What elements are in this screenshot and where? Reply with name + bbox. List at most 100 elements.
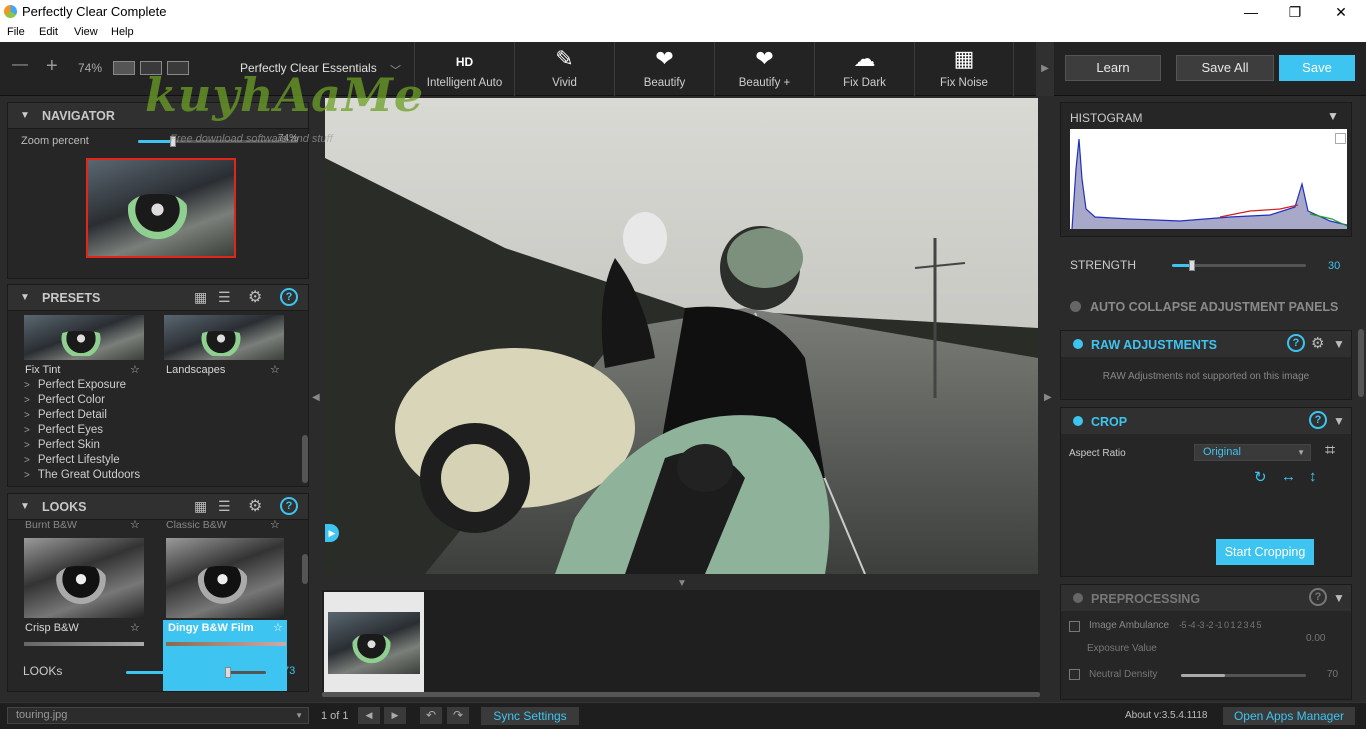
tool-beautify[interactable]: ❤ Beautify <box>614 42 714 96</box>
previous-image-icon[interactable]: ◀ <box>358 707 380 724</box>
open-apps-manager-button[interactable]: Open Apps Manager <box>1223 707 1355 725</box>
image-ambulance-checkbox[interactable] <box>1069 621 1080 632</box>
gear-icon[interactable]: ⚙ <box>1311 334 1324 352</box>
preset-category[interactable]: > Perfect Skin <box>24 439 100 451</box>
single-view-button[interactable] <box>113 61 135 75</box>
right-panel-scrollbar[interactable] <box>1358 329 1364 397</box>
histogram-graph <box>1070 129 1348 230</box>
toolbar-scroll-right-icon[interactable]: ▶ <box>1036 42 1054 96</box>
close-button[interactable]: ✕ <box>1318 2 1364 22</box>
menu-view[interactable]: View <box>74 26 98 38</box>
auto-collapse-toggle[interactable] <box>1070 301 1081 312</box>
main-image-viewer[interactable]: ▶ <box>325 98 1038 574</box>
start-cropping-button[interactable]: Start Cropping <box>1216 539 1314 565</box>
star-icon[interactable]: ☆ <box>130 621 140 634</box>
help-icon[interactable]: ? <box>1309 588 1327 606</box>
split-view-button[interactable] <box>140 61 162 75</box>
tool-fix-dark[interactable]: ☁ Fix Dark <box>814 42 914 96</box>
collapse-right-panel-icon[interactable]: ▶ <box>1044 392 1052 403</box>
preset-category[interactable]: > Perfect Lifestyle <box>24 454 120 466</box>
preset-category[interactable]: > Perfect Exposure <box>24 379 126 391</box>
flip-vertical-icon[interactable]: ↕ <box>1309 468 1317 485</box>
menu-file[interactable]: File <box>7 26 25 38</box>
help-icon[interactable]: ? <box>280 497 298 515</box>
panel-enabled-toggle[interactable] <box>1073 416 1083 426</box>
tool-vivid[interactable]: ✎ Vivid <box>514 42 614 96</box>
list-view-icon[interactable]: ☰ <box>218 498 231 515</box>
look-thumb-dingy-bw-film[interactable] <box>166 538 284 618</box>
help-icon[interactable]: ? <box>1309 411 1327 429</box>
panel-enabled-toggle[interactable] <box>1073 339 1083 349</box>
undo-icon[interactable]: ↶ <box>420 707 442 724</box>
star-icon[interactable]: ☆ <box>270 363 280 376</box>
gear-icon[interactable]: ⚙ <box>248 287 262 307</box>
star-icon[interactable]: ☆ <box>270 518 280 531</box>
chevron-down-icon[interactable]: ﹀ <box>390 62 401 78</box>
save-button[interactable]: Save <box>1279 55 1355 81</box>
save-all-button[interactable]: Save All <box>1176 55 1274 81</box>
collapse-filmstrip-icon[interactable]: ▼ <box>677 578 687 589</box>
raw-header[interactable]: RAW ADJUSTMENTS ? ⚙ ▼ <box>1061 331 1351 357</box>
looks-slider-knob[interactable] <box>225 667 232 678</box>
zoom-out-button[interactable]: — <box>12 56 28 74</box>
star-icon[interactable]: ☆ <box>130 518 140 531</box>
list-view-icon[interactable]: ☰ <box>218 289 231 306</box>
preset-selector[interactable]: Perfectly Clear Essentials <box>240 61 377 75</box>
crop-icon[interactable]: ⌗ <box>1325 440 1335 461</box>
strength-slider[interactable] <box>1172 260 1306 271</box>
preset-category[interactable]: > Perfect Detail <box>24 409 107 421</box>
neutral-density-checkbox[interactable] <box>1069 669 1080 680</box>
neutral-density-slider[interactable] <box>1181 674 1306 677</box>
preset-category[interactable]: > Perfect Eyes <box>24 424 103 436</box>
navigator-thumbnail[interactable] <box>86 158 236 258</box>
gear-icon[interactable]: ⚙ <box>248 496 262 516</box>
collapse-left-panel-icon[interactable]: ◀ <box>312 392 320 403</box>
file-selector[interactable]: touring.jpg ▼ <box>7 707 309 724</box>
aspect-ratio-dropdown[interactable]: Original ▼ <box>1194 444 1311 461</box>
looks-slider[interactable] <box>126 667 266 678</box>
redo-icon[interactable]: ↷ <box>447 707 469 724</box>
grid-view-icon[interactable]: ▦ <box>194 289 207 306</box>
preprocessing-header[interactable]: PREPROCESSING ? ▼ <box>1061 585 1351 611</box>
flip-horizontal-icon[interactable]: ↔ <box>1281 468 1296 485</box>
crop-header[interactable]: CROP ? ▼ <box>1061 408 1351 434</box>
rotate-icon[interactable]: ↻ <box>1254 468 1267 486</box>
version-info[interactable]: About v:3.5.4.1118 <box>1125 710 1207 721</box>
looks-scrollbar[interactable] <box>302 554 308 584</box>
tool-fix-noise[interactable]: ▦ Fix Noise <box>914 42 1014 96</box>
filmstrip-scrollbar[interactable] <box>322 692 1040 697</box>
collapse-arrow-icon[interactable]: ▼ <box>1333 337 1345 351</box>
navigator-header[interactable]: ▼ NAVIGATOR <box>8 103 308 129</box>
help-icon[interactable]: ? <box>1287 334 1305 352</box>
tool-intelligent-auto[interactable]: HD Intelligent Auto <box>414 42 514 96</box>
menu-help[interactable]: Help <box>111 26 134 38</box>
preset-category[interactable]: > The Great Outdoors <box>24 469 140 481</box>
panel-enabled-toggle[interactable] <box>1073 593 1083 603</box>
collapse-arrow-icon[interactable]: ▼ <box>1327 109 1339 123</box>
filmstrip-item[interactable] <box>324 592 424 692</box>
presets-header[interactable]: ▼ PRESETS ▦ ☰ ⚙ ? <box>8 285 308 311</box>
tool-beautify-plus[interactable]: ❤ Beautify + <box>714 42 814 96</box>
collapse-arrow-icon[interactable]: ▼ <box>1333 591 1345 605</box>
star-icon[interactable]: ☆ <box>273 621 283 634</box>
maximize-button[interactable]: ❐ <box>1272 2 1318 22</box>
zoom-in-button[interactable]: + <box>46 55 58 78</box>
minimize-button[interactable]: — <box>1228 2 1274 22</box>
menu-edit[interactable]: Edit <box>39 26 58 38</box>
histogram-option-checkbox[interactable] <box>1335 133 1346 144</box>
sync-settings-button[interactable]: Sync Settings <box>481 707 579 725</box>
learn-button[interactable]: Learn <box>1065 55 1161 81</box>
grid-view-icon[interactable]: ▦ <box>194 498 207 515</box>
side-by-side-view-button[interactable] <box>167 61 189 75</box>
preset-thumb-fix-tint[interactable] <box>24 315 144 360</box>
presets-scrollbar[interactable] <box>302 435 308 483</box>
preset-category[interactable]: > Perfect Color <box>24 394 105 406</box>
collapse-arrow-icon[interactable]: ▼ <box>1333 414 1345 428</box>
next-image-icon[interactable]: ▶ <box>384 707 406 724</box>
look-thumb-crisp-bw[interactable] <box>24 538 144 618</box>
help-icon[interactable]: ? <box>280 288 298 306</box>
preset-thumb-landscapes[interactable] <box>164 315 284 360</box>
looks-header[interactable]: ▼ LOOKS ▦ ☰ ⚙ ? <box>8 494 308 520</box>
strength-slider-knob[interactable] <box>1189 260 1196 271</box>
star-icon[interactable]: ☆ <box>130 363 140 376</box>
